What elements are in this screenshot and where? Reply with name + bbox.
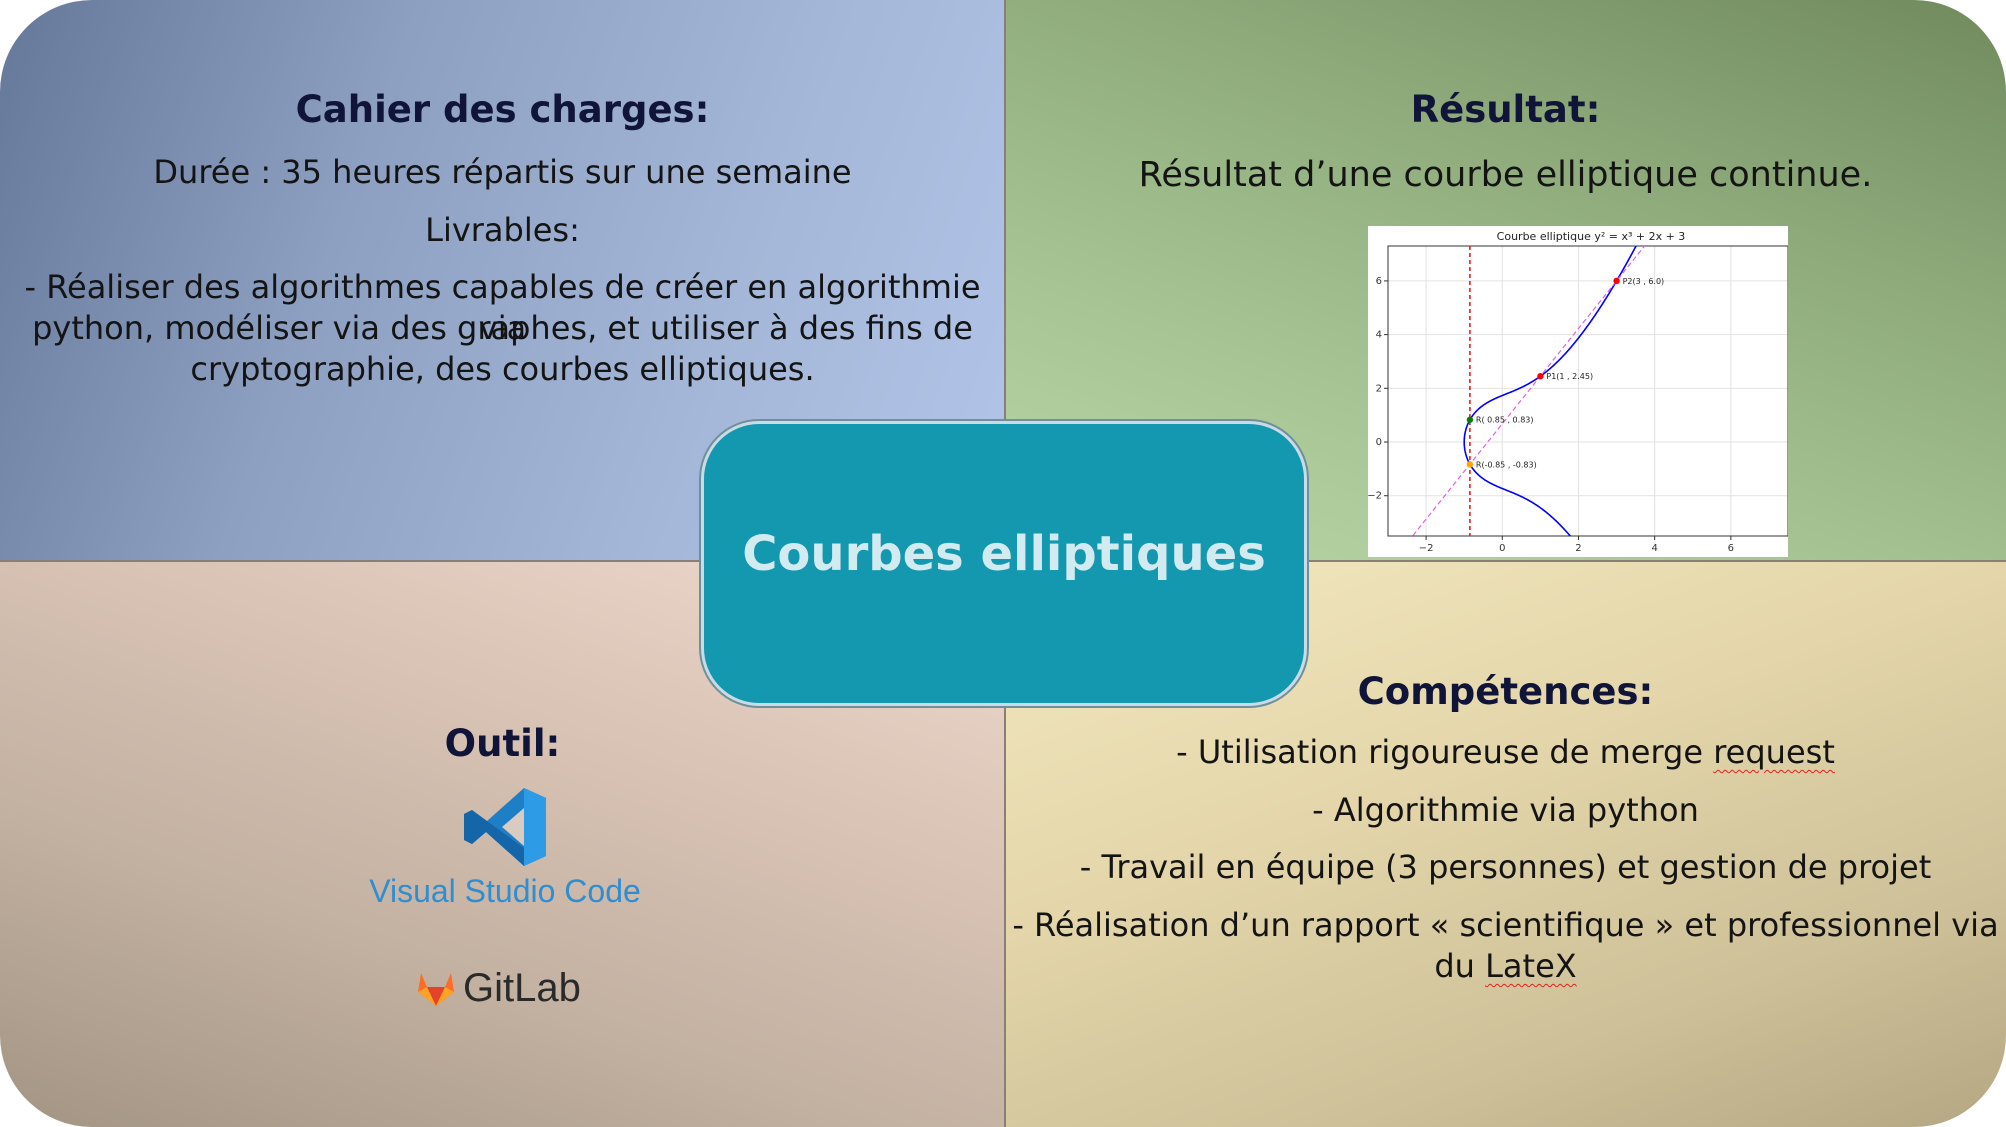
spellcheck-flagged-word: LateX xyxy=(1485,947,1577,985)
competence-item: - Réalisation d’un rapport « scientifiqu… xyxy=(1005,905,2006,946)
curve-point xyxy=(1537,373,1544,380)
plot-grid xyxy=(1388,246,1788,536)
competence-text: - Travail en équipe (3 personnes) et ges… xyxy=(1079,848,1932,886)
point-label: R(-0.85 , -0.83) xyxy=(1476,460,1537,469)
vscode-logo-icon xyxy=(464,788,546,866)
curve-point xyxy=(1466,461,1474,468)
competence-item: - Travail en équipe (3 personnes) et ges… xyxy=(1005,847,2006,888)
resultat-text: Résultat d’une courbe elliptique continu… xyxy=(1138,155,1873,195)
x-tick-label: 2 xyxy=(1575,543,1581,554)
plot-series xyxy=(1411,246,1646,536)
point-label: P2(3 , 6.0) xyxy=(1623,277,1665,286)
y-tick-label: 4 xyxy=(1376,330,1382,341)
elliptic-curve-plot: Courbe elliptique y² = x³ + 2x + 3 −2 0 2 4… xyxy=(1367,226,1789,557)
competence-item: - Algorithmie via python xyxy=(1005,790,2006,831)
plot-ticks: −2 0 2 4 6 −2 0 2 4 6 xyxy=(1367,276,1734,554)
x-tick-label: 0 xyxy=(1499,543,1505,554)
secant-line xyxy=(1411,246,1646,536)
center-title-box: Courbes elliptiques xyxy=(701,421,1307,706)
point-label: R( 0.85 , 0.83) xyxy=(1476,416,1534,425)
competence-text: du xyxy=(1434,947,1486,985)
plot-frame xyxy=(1387,245,1789,537)
plot-points: P2(3 , 6.0) P1(1 , 2.45) R( 0.85 , 0.83) R(… xyxy=(1466,277,1665,469)
x-tick-label: −2 xyxy=(1419,543,1434,554)
y-tick-label: 6 xyxy=(1376,276,1382,287)
curve-point xyxy=(1613,277,1620,285)
center-title: Courbes elliptiques xyxy=(742,525,1266,582)
livrables-label: Livrables: xyxy=(425,211,580,249)
competence-text: - Utilisation rigoureuse de merge xyxy=(1176,733,1714,771)
y-tick-label: −2 xyxy=(1368,491,1382,502)
curve-point xyxy=(1466,416,1474,423)
y-tick-label: 2 xyxy=(1376,383,1382,394)
elliptic-curve-line xyxy=(1463,246,1637,536)
gitlab-logo-icon xyxy=(418,973,454,1006)
slide: Cahier des charges: Durée : 35 heures ré… xyxy=(0,0,2006,1127)
spellcheck-flagged-word: request xyxy=(1713,733,1835,771)
livrables-line-3: cryptographie, des courbes elliptiques. xyxy=(190,350,815,388)
x-tick-label: 6 xyxy=(1728,543,1734,554)
duree-text: Durée : 35 heures répartis sur une semai… xyxy=(153,153,852,191)
competence-text: - Réalisation d’un rapport « scientifiqu… xyxy=(1012,906,1999,944)
y-tick-label: 0 xyxy=(1376,437,1382,448)
plot-svg: Courbe elliptique y² = x³ + 2x + 3 −2 0 2 4… xyxy=(1367,230,1789,554)
x-tick-label: 4 xyxy=(1651,543,1657,554)
resultat-heading: Résultat: xyxy=(1410,88,1601,131)
vscode-wordmark: Visual Studio Code xyxy=(369,873,641,909)
outil-heading: Outil: xyxy=(444,722,561,765)
point-label: P1(1 , 2.45) xyxy=(1546,372,1593,381)
gitlab-wordmark: GitLab xyxy=(463,966,581,1010)
competence-item: du LateX xyxy=(1005,946,2006,987)
competence-item: - Utilisation rigoureuse de merge reques… xyxy=(1005,732,2006,773)
livrables-line-2: python, modéliser via des graphes, et ut… xyxy=(32,309,973,347)
competence-text: - Algorithmie via python xyxy=(1312,791,1699,829)
plot-title: Courbe elliptique y² = x³ + 2x + 3 xyxy=(1497,230,1686,243)
cahier-heading: Cahier des charges: xyxy=(295,88,710,131)
